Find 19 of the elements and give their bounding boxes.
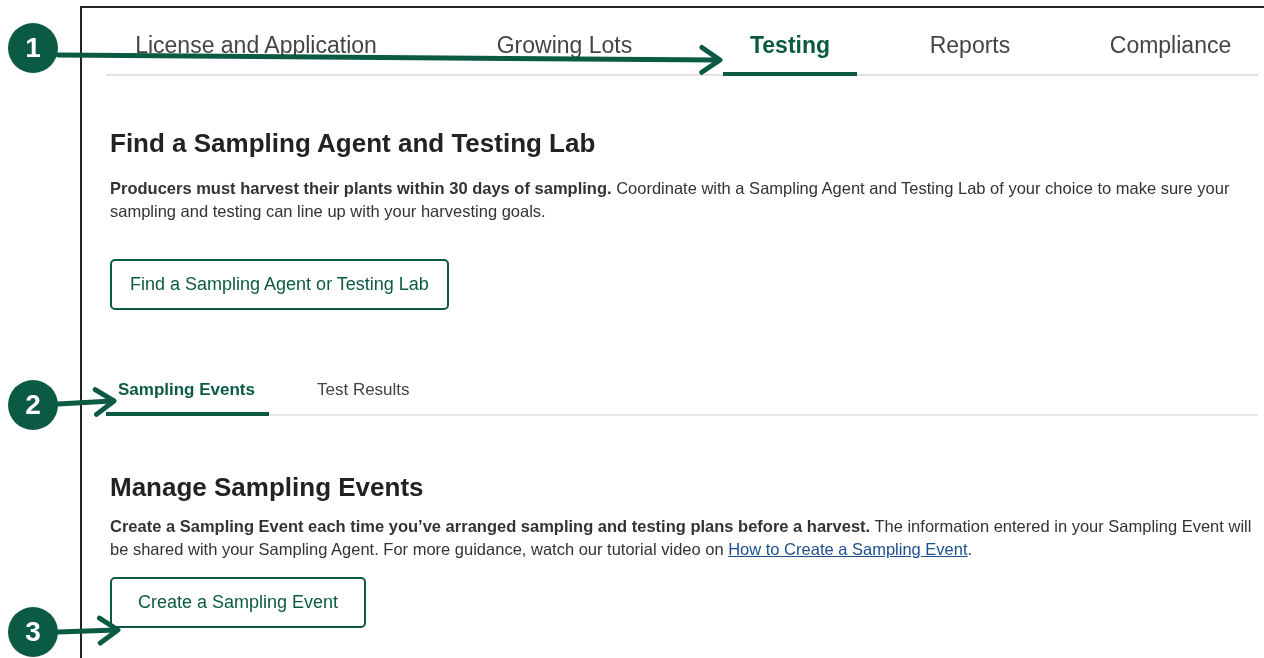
tutorial-link[interactable]: How to Create a Sampling Event [728, 540, 968, 558]
section-heading: Find a Sampling Agent and Testing Lab [110, 128, 597, 159]
pointer-arrow [55, 387, 117, 417]
nav-tab[interactable]: Growing Lots [406, 8, 723, 76]
section-description: Producers must harvest their plants within 30 days of sampling. Coordinate with a Sampling Agent and Testing Lab of your choice to make sure your sampling and testing can line up with your harvesting goals. [110, 178, 1231, 222]
nav-tab[interactable]: License and Application [106, 8, 406, 76]
pointer-arrow [55, 615, 121, 646]
create-event-button[interactable]: Create a Sampling Event [110, 577, 367, 628]
find-agent-button[interactable]: Find a Sampling Agent or Testing Lab [110, 259, 449, 310]
nav-tab[interactable]: Compliance [1083, 8, 1258, 76]
sub-tab[interactable]: Test Results [303, 374, 424, 416]
step-number-badge: 3 [8, 607, 58, 657]
section-description: Create a Sampling Event each time you’ve arranged sampling and testing plans before a harvest. The information entered in your Sampling Event will be shared with your Sampling Agent. For more guidance, watch our tutorial video on How to Create a Sampling Event. [110, 516, 1253, 560]
step-number-badge: 1 [8, 23, 58, 73]
nav-tab[interactable]: Reports [857, 8, 1083, 76]
section-heading: Manage Sampling Events [110, 472, 425, 503]
step-number-badge: 2 [8, 380, 58, 430]
sub-tab[interactable]: Sampling Events [106, 374, 269, 416]
nav-tab[interactable]: Testing [723, 8, 857, 76]
